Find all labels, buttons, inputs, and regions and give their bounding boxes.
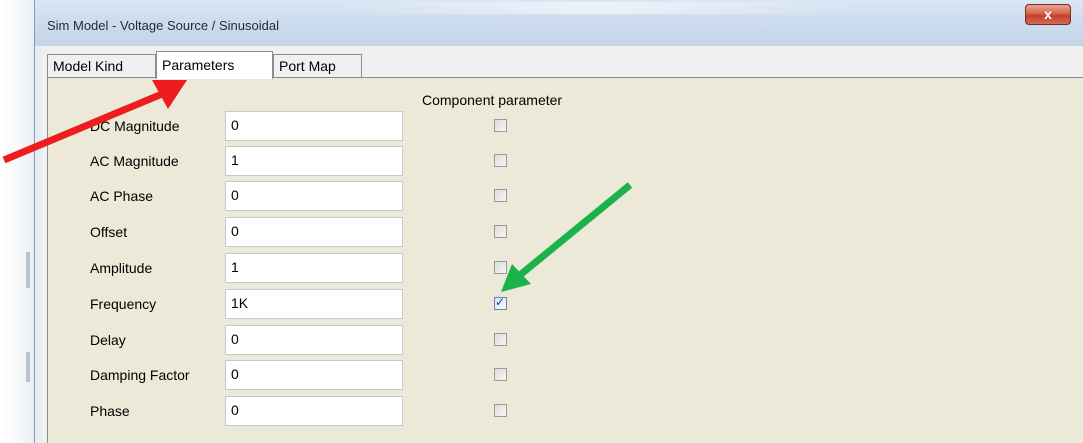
component-checkbox-ac-phase[interactable] [494, 189, 507, 202]
background-edge [26, 352, 30, 382]
param-label-phase: Phase [90, 403, 130, 419]
param-label-ac-magnitude: AC Magnitude [90, 153, 179, 169]
close-icon: x [1044, 6, 1052, 22]
parameters-panel: Component parameter DC Magnitude 0 AC Ma… [47, 77, 1083, 443]
close-button[interactable]: x [1025, 4, 1071, 25]
check-icon: ✓ [495, 295, 506, 309]
title-bar-glare [335, 2, 855, 14]
param-input-ac-phase[interactable]: 0 [225, 181, 403, 211]
param-input-amplitude[interactable]: 1 [225, 253, 403, 283]
tab-label: Port Map [279, 58, 336, 74]
param-label-dc-magnitude: DC Magnitude [90, 118, 180, 134]
param-input-ac-magnitude[interactable]: 1 [225, 146, 403, 176]
desktop-background [0, 0, 34, 443]
param-input-frequency[interactable]: 1K [225, 289, 403, 319]
screenshot: Sim Model - Voltage Source / Sinusoidal … [0, 0, 1083, 443]
param-label-delay: Delay [90, 332, 126, 348]
param-input-phase[interactable]: 0 [225, 396, 403, 426]
title-bar[interactable]: Sim Model - Voltage Source / Sinusoidal … [35, 0, 1083, 46]
component-checkbox-phase[interactable] [494, 404, 507, 417]
component-checkbox-frequency[interactable]: ✓ [494, 295, 507, 310]
param-label-offset: Offset [90, 224, 128, 240]
param-input-dc-magnitude[interactable]: 0 [225, 111, 403, 141]
component-checkbox-dc-magnitude[interactable] [494, 119, 507, 132]
window-title: Sim Model - Voltage Source / Sinusoidal [47, 18, 279, 33]
param-label-ac-phase: AC Phase [90, 188, 154, 204]
param-label-damping-factor: Damping Factor [90, 367, 190, 383]
param-input-offset[interactable]: 0 [225, 217, 403, 247]
component-parameter-header: Component parameter [422, 92, 563, 108]
tab-port-map[interactable]: Port Map [273, 54, 362, 77]
param-input-damping-factor[interactable]: 0 [225, 360, 403, 390]
param-label-amplitude: Amplitude [90, 260, 153, 276]
dialog-client-area: Model Kind Parameters Port Map Component… [42, 46, 1083, 443]
tab-label: Parameters [162, 57, 235, 73]
tab-parameters[interactable]: Parameters [156, 51, 273, 79]
sim-model-dialog: Sim Model - Voltage Source / Sinusoidal … [34, 0, 1083, 443]
component-checkbox-offset[interactable] [494, 225, 507, 238]
component-checkbox-delay[interactable] [494, 333, 507, 346]
component-checkbox-damping-factor[interactable] [494, 368, 507, 381]
component-checkbox-amplitude[interactable] [494, 261, 507, 274]
background-edge [26, 252, 30, 288]
tab-model-kind[interactable]: Model Kind [47, 54, 156, 77]
param-input-delay[interactable]: 0 [225, 325, 403, 355]
param-label-frequency: Frequency [90, 296, 157, 312]
tab-label: Model Kind [53, 58, 124, 74]
component-checkbox-ac-magnitude[interactable] [494, 154, 507, 167]
